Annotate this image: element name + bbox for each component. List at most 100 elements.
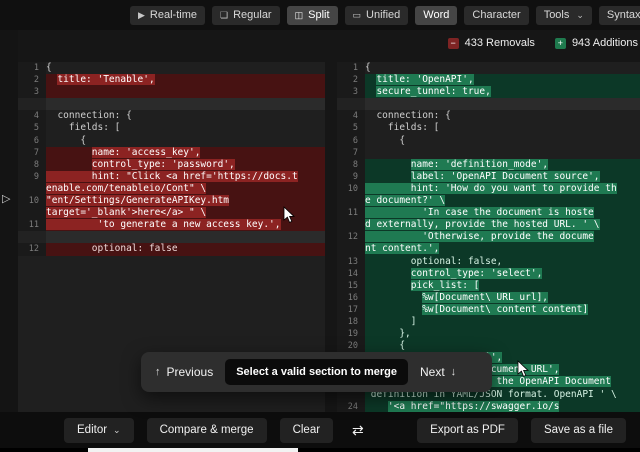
code-line: nt content.', [365, 243, 640, 256]
diff-row[interactable]: 11 'to generate a new access key.', [18, 219, 325, 232]
line-number: 10 [18, 195, 46, 208]
diff-row[interactable]: 1{ [18, 62, 325, 75]
diff-row[interactable]: 11 'In case the document is hoste [337, 207, 640, 220]
line-number [18, 182, 46, 196]
line-number: 10 [337, 182, 365, 196]
swap-panes-icon[interactable]: ⇄ [346, 418, 370, 443]
toolbar-button-syntax[interactable]: Syntax⌄ [598, 5, 640, 25]
diff-row[interactable]: 12 'Otherwise, provide the docume [337, 231, 640, 244]
diff-row[interactable]: 14 control_type: 'select', [337, 267, 640, 280]
scrollbar-thumb[interactable] [88, 448, 298, 452]
diff-row[interactable] [337, 98, 640, 111]
diff-row[interactable]: 2 title: 'Tenable', [18, 74, 325, 87]
line-number: 12 [337, 231, 365, 244]
code-line: { [365, 62, 640, 75]
compare-merge-button[interactable]: Compare & merge [146, 417, 267, 443]
code-line: { [46, 62, 325, 75]
diff-row[interactable]: 15 pick_list: [ [337, 279, 640, 292]
line-number: 2 [18, 74, 46, 87]
toolbar-button-label: Split [308, 9, 330, 21]
collapse-panel-arrow-icon[interactable]: ▷ [2, 192, 10, 205]
line-number: 5 [18, 122, 46, 135]
toolbar-button-regular[interactable]: ❏ Regular [212, 5, 280, 25]
diff-row[interactable]: enable.com/tenableio/Cont" \ [18, 182, 325, 196]
toolbar-button-real-time[interactable]: ▶ Real-time [130, 5, 205, 25]
line-number: 17 [337, 303, 365, 316]
diff-row[interactable]: 6 { [337, 134, 640, 147]
editor-label: Editor [77, 424, 108, 436]
diff-row[interactable]: 8 control_type: 'password', [18, 158, 325, 171]
code-line [365, 146, 640, 159]
diff-row[interactable]: 1{ [337, 62, 640, 75]
line-number: 19 [337, 328, 365, 341]
diff-row[interactable]: nt content.', [337, 243, 640, 256]
diff-row[interactable]: 10 hint: 'How do you want to provide th [337, 182, 640, 196]
diff-row[interactable]: 7 name: 'access_key', [18, 146, 325, 159]
line-number: 11 [18, 219, 46, 232]
toolbar-button-split[interactable]: ◫ Split [286, 5, 338, 25]
code-line: ] [365, 315, 640, 329]
toolbar-button-word[interactable]: Word [415, 5, 458, 25]
toolbar-button-character[interactable]: Character [464, 5, 529, 25]
export-pdf-button[interactable]: Export as PDF [417, 417, 518, 443]
line-number: 9 [18, 170, 46, 183]
diff-row[interactable]: d externally, provide the hosted URL. ' … [337, 219, 640, 232]
line-number: 6 [18, 134, 46, 147]
diff-row[interactable]: 7 [337, 146, 640, 159]
code-line: e document?' \ [365, 195, 640, 208]
line-number [337, 219, 365, 232]
clear-button[interactable]: Clear [279, 417, 334, 443]
diff-row[interactable]: 16 %w[Document\ URL url], [337, 291, 640, 304]
diff-row[interactable]: 17 %w[Document\ content content] [337, 303, 640, 316]
diff-row[interactable]: target='_blank'>here</a> " \ [18, 207, 325, 220]
code-line: title: 'OpenAPI', [365, 74, 640, 87]
line-number: 14 [337, 267, 365, 280]
diff-row[interactable] [18, 98, 325, 111]
diff-row[interactable]: 2 title: 'OpenAPI', [337, 74, 640, 87]
toolbar-button-label: Regular [233, 9, 272, 21]
toolbar-button-unified[interactable]: ▭ Unified [344, 5, 409, 25]
line-number: 20 [337, 340, 365, 353]
diff-row[interactable]: 4 connection: { [337, 110, 640, 123]
code-line: optional: false, [365, 255, 640, 268]
diff-row[interactable]: 5 fields: [ [337, 122, 640, 135]
line-number [337, 195, 365, 208]
save-file-button[interactable]: Save as a file [530, 417, 626, 443]
toolbar-button-label: Syntax [606, 9, 640, 21]
previous-change-button[interactable]: ↑ Previous [155, 365, 213, 379]
diff-row[interactable]: 20 { [337, 340, 640, 353]
diff-row[interactable]: 9 hint: "Click <a href='https://docs.t [18, 170, 325, 183]
next-change-button[interactable]: Next ↓ [420, 365, 456, 379]
diff-row[interactable]: 3 [18, 86, 325, 99]
code-line: '<a href="https://swagger.io/s [365, 400, 640, 412]
diff-row[interactable]: e document?' \ [337, 195, 640, 208]
diff-row[interactable]: 3 secure_tunnel: true, [337, 86, 640, 99]
code-line: control_type: 'password', [46, 158, 325, 171]
chevron-down-icon: ⌄ [113, 424, 121, 435]
diff-row[interactable]: 19 }, [337, 328, 640, 341]
down-arrow-icon: ↓ [450, 366, 457, 378]
code-line: { [365, 340, 640, 353]
diff-row[interactable]: 9 label: 'OpenAPI Document source', [337, 170, 640, 183]
line-number: 13 [337, 255, 365, 268]
diff-row[interactable]: 18 ] [337, 315, 640, 329]
code-line: fields: [ [46, 122, 325, 135]
diff-row[interactable]: 12 optional: false [18, 243, 325, 256]
diff-row[interactable]: 24 '<a href="https://swagger.io/s [337, 400, 640, 412]
toolbar-button-tools[interactable]: Tools ⌄ [535, 5, 592, 25]
diff-row[interactable]: 6 { [18, 134, 325, 147]
diff-row[interactable]: 5 fields: [ [18, 122, 325, 135]
diff-row[interactable] [18, 231, 325, 244]
horizontal-scrollbar[interactable] [0, 448, 640, 452]
additions-icon: + [554, 37, 566, 49]
editor-menu-button[interactable]: Editor ⌄ [64, 417, 134, 443]
diff-row[interactable]: 13 optional: false, [337, 255, 640, 268]
diff-row[interactable]: 4 connection: { [18, 110, 325, 123]
line-number: 8 [337, 158, 365, 171]
diff-row[interactable]: 8 name: 'definition_mode', [337, 158, 640, 171]
toolbar-button-label: Unified [366, 9, 401, 21]
code-line: fields: [ [365, 122, 640, 135]
line-number: 8 [18, 158, 46, 171]
previous-label: Previous [166, 365, 214, 379]
diff-row[interactable]: 10 "ent/Settings/GenerateAPIKey.htm [18, 195, 325, 208]
